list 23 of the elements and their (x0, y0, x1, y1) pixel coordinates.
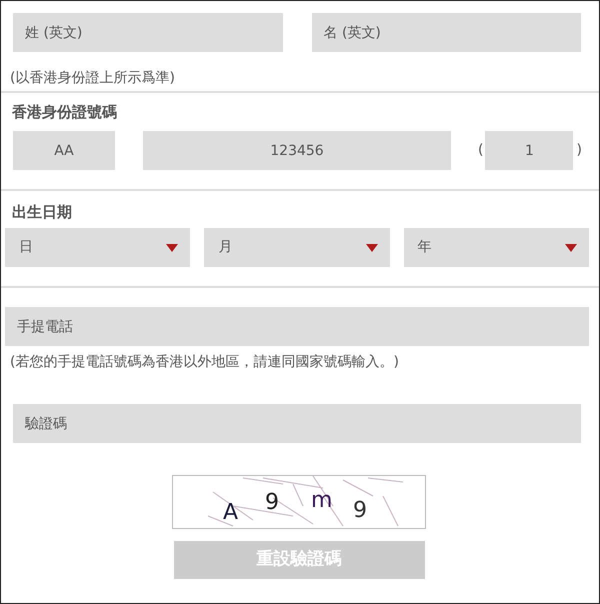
captcha-character: 9 (265, 492, 279, 514)
hkid-label: 香港身份證號碼 (11, 102, 118, 123)
hkid-number-field[interactable]: 123456 (143, 131, 451, 170)
hkid-prefix-field[interactable]: AA (13, 131, 115, 170)
birth-date-label: 出生日期 (11, 202, 73, 223)
mobile-phone-field[interactable]: 手提電話 (5, 307, 589, 346)
given-name-field[interactable]: 名 (英文) (312, 13, 581, 52)
caret-icon (366, 244, 378, 252)
mobile-note: (若您的手提電話號碼為香港以外地區，請連同國家號碼輸入。) (9, 353, 400, 372)
caret-icon (564, 244, 577, 252)
surname-field[interactable]: 姓 (英文) (13, 13, 282, 52)
parenthesis: ) (576, 141, 582, 160)
year-select[interactable]: 年 (404, 228, 589, 267)
captcha-character: 9 (353, 500, 367, 522)
captcha-character: A (223, 502, 238, 524)
day-select[interactable]: 日 (5, 228, 190, 267)
name-note: (以香港身份證上所示爲準) (9, 69, 176, 88)
hkid-check-digit-field[interactable]: 1 (485, 131, 574, 170)
parenthesis: ( (478, 141, 484, 160)
caret-icon (166, 244, 178, 252)
month-select[interactable]: 月 (204, 228, 390, 267)
captcha-field[interactable]: 驗證碼 (13, 404, 581, 443)
captcha-character: m (311, 490, 332, 512)
